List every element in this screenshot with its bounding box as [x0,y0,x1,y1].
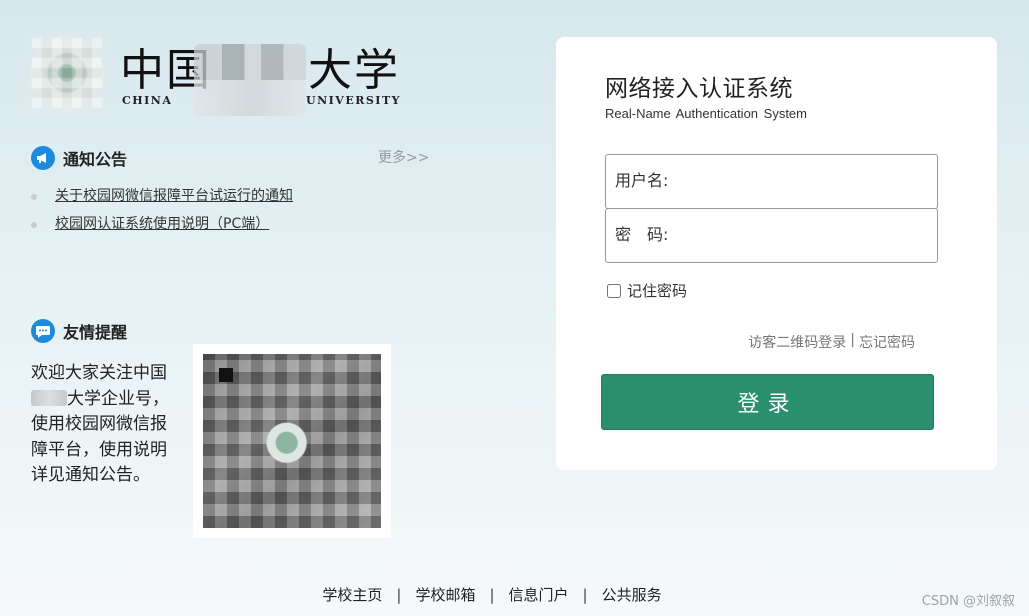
university-logo: 中国 大学 CHINA UNIVERSITY [24,30,404,116]
tip-title: 友情提醒 [63,323,128,342]
logo-en-right: UNIVERSITY [306,94,401,107]
login-card: 网络接入认证系统 Real-Name Authentication System… [556,37,997,470]
password-field[interactable]: 密 码: [605,208,938,263]
forgot-password-link[interactable]: 忘记密码 [859,332,915,352]
guest-qr-login-link[interactable]: 访客二维码登录 [748,332,846,352]
tip-text-before: 欢迎大家关注中国 [31,363,167,383]
password-label: 密 码: [615,224,669,244]
notice-header: 通知公告 [31,146,127,170]
login-link-separator: | [850,332,855,348]
notice-more-link[interactable]: 更多>> [378,147,429,167]
qr-corner-mark [219,368,233,382]
login-subtitle: Real-Name Authentication System [605,106,807,121]
footer-separator: | [396,585,402,604]
footer-link-public-service[interactable]: 公共服务 [602,584,662,605]
notice-item: 校园网认证系统使用说明（PC端） [31,210,293,238]
logo-cn-right: 大学 [308,45,400,96]
university-emblem-icon [24,30,110,116]
remember-password-label: 记住密码 [627,282,688,300]
remember-password-checkbox[interactable] [607,283,621,298]
notice-link-1[interactable]: 关于校园网微信报障平台试运行的通知 [55,188,293,204]
username-input[interactable] [668,155,937,208]
login-links: 访客二维码登录 | 忘记密码 [748,332,915,352]
notice-title: 通知公告 [63,150,128,169]
logo-en-left: CHINA [122,94,173,107]
username-field[interactable]: 用户名: [605,154,938,209]
footer-separator: | [489,585,495,604]
footer-separator: | [582,585,588,604]
csdn-watermark: CSDN @刘叙叙 [921,594,1015,609]
footer-link-homepage[interactable]: 学校主页 [322,584,382,605]
login-button[interactable]: 登录 [601,374,934,430]
wechat-qr-code [193,344,391,538]
username-label: 用户名: [615,170,669,190]
notice-link-2[interactable]: 校园网认证系统使用说明（PC端） [55,216,269,232]
megaphone-icon [31,146,55,170]
footer-link-portal[interactable]: 信息门户 [509,584,569,605]
tip-header: 友情提醒 [31,319,127,343]
tip-redacted-block [31,389,67,406]
login-title: 网络接入认证系统 [605,76,793,102]
logo-redacted-block [194,44,306,116]
remember-password[interactable]: 记住密码 [607,280,687,301]
tip-text: 欢迎大家关注中国大学企业号，使用校园网微信报障平台，使用说明详见通知公告。 [31,361,181,489]
footer-nav: 学校主页 | 学校邮箱 | 信息门户 | 公共服务 [0,584,984,605]
footer-link-email[interactable]: 学校邮箱 [415,584,475,605]
notice-list: 关于校园网微信报障平台试运行的通知 校园网认证系统使用说明（PC端） [31,182,293,238]
notice-item: 关于校园网微信报障平台试运行的通知 [31,182,293,210]
chat-bubble-icon [31,319,55,343]
password-input[interactable] [668,209,937,262]
